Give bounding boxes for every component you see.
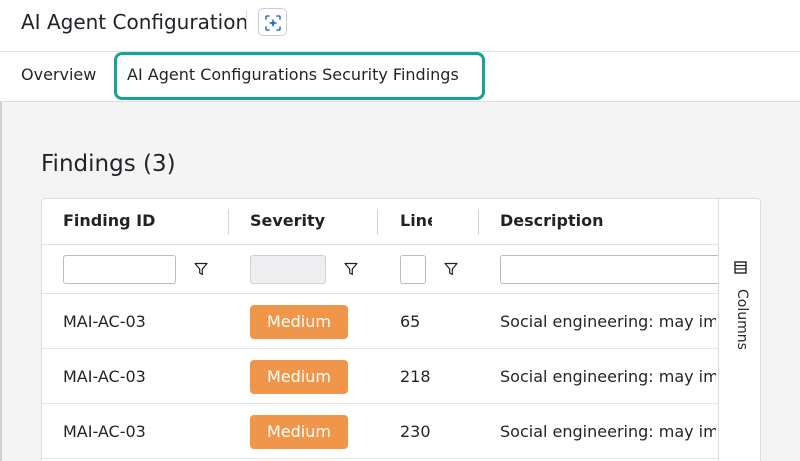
- column-resize-handle[interactable]: [478, 209, 479, 235]
- sparkle-icon: [265, 15, 281, 31]
- cell-description: Social engineering: may im: [500, 367, 716, 386]
- columns-panel-label[interactable]: Columns: [734, 289, 750, 350]
- filter-icon[interactable]: [444, 262, 458, 276]
- tab-bar: Overview AI Agent Configurations Securit…: [0, 52, 800, 102]
- grid-header-row: Finding ID Severity Line Description: [42, 199, 718, 245]
- filter-icon[interactable]: [344, 262, 358, 276]
- cell-finding-id: MAI-AC-03: [63, 367, 146, 386]
- table-row[interactable]: MAI-AC-03 Medium 218 Social engineering:…: [42, 349, 718, 404]
- filter-input-line[interactable]: [400, 255, 426, 284]
- table-row[interactable]: MAI-AC-03 Medium 230 Social engineering:…: [42, 404, 718, 459]
- filter-input-finding-id[interactable]: [63, 255, 176, 284]
- cell-finding-id: MAI-AC-03: [63, 312, 146, 331]
- tab-overview[interactable]: Overview: [21, 63, 96, 87]
- column-header-description[interactable]: Description: [500, 211, 700, 230]
- severity-badge: Medium: [250, 360, 348, 394]
- columns-icon: [734, 261, 747, 274]
- filter-input-description[interactable]: [500, 255, 718, 284]
- column-resize-handle[interactable]: [228, 209, 229, 235]
- active-tab-highlight: [114, 52, 485, 100]
- cell-finding-id: MAI-AC-03: [63, 422, 146, 441]
- column-resize-handle[interactable]: [377, 209, 378, 235]
- cell-description: Social engineering: may im: [500, 422, 716, 441]
- page-title: AI Agent Configuration: [21, 10, 249, 34]
- column-header-severity[interactable]: Severity: [250, 211, 370, 230]
- cell-description: Social engineering: may im: [500, 312, 716, 331]
- header-divider: [246, 10, 247, 32]
- grid-filter-row: [42, 245, 718, 294]
- cell-line: 65: [400, 312, 421, 331]
- severity-badge: Medium: [250, 415, 348, 449]
- column-header-finding-id[interactable]: Finding ID: [63, 211, 223, 230]
- columns-side-panel[interactable]: Columns: [718, 199, 760, 461]
- page-header: AI Agent Configuration: [0, 0, 800, 52]
- filter-icon[interactable]: [194, 262, 208, 276]
- column-header-line[interactable]: Line: [400, 211, 432, 230]
- filter-input-severity[interactable]: [250, 255, 326, 284]
- cell-line: 230: [400, 422, 431, 441]
- findings-grid: Finding ID Severity Line Description: [41, 198, 761, 461]
- left-edge-border: [0, 102, 2, 461]
- findings-title: Findings (3): [41, 151, 176, 177]
- grid-body: Finding ID Severity Line Description: [42, 199, 718, 461]
- table-row[interactable]: MAI-AC-03 Medium 65 Social engineering: …: [42, 294, 718, 349]
- cell-line: 218: [400, 367, 431, 386]
- severity-badge: Medium: [250, 305, 348, 339]
- ai-assist-button[interactable]: [258, 8, 287, 36]
